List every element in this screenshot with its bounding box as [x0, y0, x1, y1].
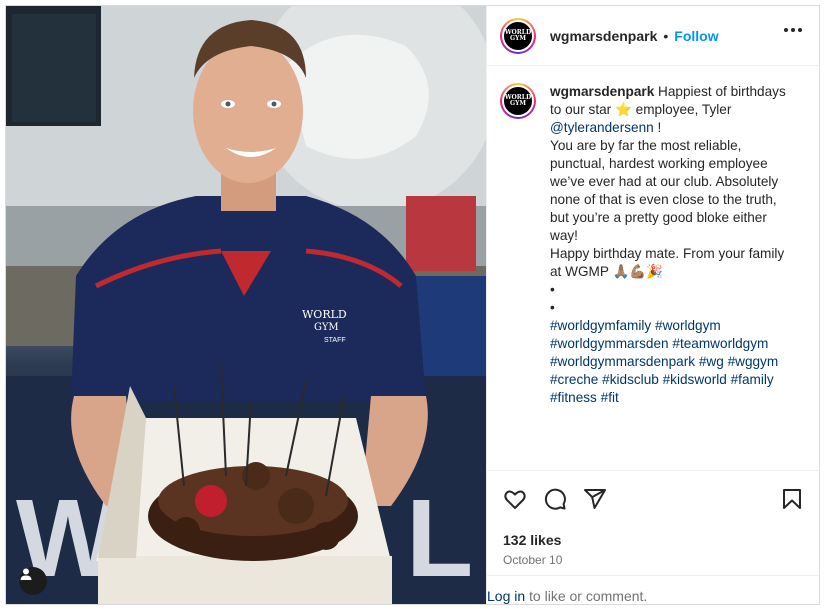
header-username[interactable]: wgmarsdenpark: [550, 28, 657, 44]
caption-avatar[interactable]: WORLD GYM: [500, 83, 536, 119]
photo-illustration: W L WORLD GYM STAFF: [6, 6, 486, 604]
hashtag-link[interactable]: #worldgymmarsdenpark: [550, 354, 695, 369]
user-silhouette-icon: [20, 568, 32, 580]
heart-icon[interactable]: [503, 487, 527, 511]
hashtag-link[interactable]: #worldgymmarsden: [550, 336, 669, 351]
action-bar: 132 likes October 10 Log in to like or c…: [487, 470, 819, 604]
post-photo: W L WORLD GYM STAFF: [6, 6, 486, 604]
likes-count[interactable]: 132 likes: [503, 532, 561, 548]
login-link[interactable]: Log in: [487, 588, 525, 604]
login-prompt-text: to like or comment.: [525, 588, 648, 604]
hashtag-link[interactable]: #creche: [550, 372, 598, 387]
caption-area: WORLD GYM wgmarsdenpark Happiest of birt…: [487, 67, 819, 469]
hashtag-link[interactable]: #fitness: [550, 390, 597, 405]
mention-link[interactable]: @tylerandersenn: [550, 120, 654, 135]
caption-bullet-1: •: [550, 282, 555, 297]
caption-line1-end: !: [653, 120, 662, 135]
svg-text:L: L: [406, 477, 473, 600]
share-icon[interactable]: [583, 487, 607, 511]
follow-button[interactable]: Follow: [674, 28, 718, 44]
hashtag-link[interactable]: #teamworldgym: [672, 336, 768, 351]
bookmark-icon[interactable]: [780, 487, 804, 511]
shirt-logo-text-3: STAFF: [324, 337, 346, 344]
more-icon[interactable]: [784, 28, 802, 32]
caption-paragraph-3: Happy birthday mate. From your family at…: [550, 246, 785, 279]
login-prompt: Log in to like or comment.: [487, 575, 819, 604]
user-tag-icon[interactable]: [19, 567, 47, 595]
hashtag-link[interactable]: #fit: [601, 390, 619, 405]
hashtag-link[interactable]: #family: [731, 372, 774, 387]
post-dialog: W L WORLD GYM STAFF WORLD GYM wgmarsdenp…: [5, 5, 820, 605]
post-header: WORLD GYM wgmarsdenpark • Follow: [487, 6, 819, 66]
comment-icon[interactable]: [543, 487, 567, 511]
shirt-logo-text-2: GYM: [314, 322, 339, 333]
caption-avatar-text-2: GYM: [509, 100, 527, 107]
hashtag-link[interactable]: #wggym: [728, 354, 779, 369]
caption-paragraph-2: You are by far the most reliable, punctu…: [550, 138, 779, 243]
caption-bullet-2: •: [550, 300, 555, 315]
caption-username[interactable]: wgmarsdenpark: [550, 84, 654, 99]
hashtag-link[interactable]: #worldgymfamily: [550, 318, 651, 333]
hashtag-link[interactable]: #kidsclub: [602, 372, 659, 387]
hashtag-link[interactable]: #kidsworld: [663, 372, 727, 387]
avatar-logo: WORLD GYM: [502, 19, 534, 52]
shirt-logo-text: WORLD: [302, 308, 347, 321]
hashtag-link[interactable]: #worldgym: [655, 318, 721, 333]
hashtag-link[interactable]: #wg: [699, 354, 724, 369]
hashtag-list: #worldgymfamily #worldgym #worldgymmarsd…: [550, 317, 790, 407]
caption-text: wgmarsdenpark Happiest of birthdays to o…: [550, 83, 790, 407]
caption-row: WORLD GYM wgmarsdenpark Happiest of birt…: [500, 83, 806, 407]
caption-avatar-logo: WORLD GYM: [502, 85, 534, 117]
avatar-logo-text-2: GYM: [509, 34, 527, 42]
post-side-panel: WORLD GYM wgmarsdenpark • Follow WORLD G…: [486, 6, 819, 604]
action-icons: [503, 487, 607, 511]
post-date[interactable]: October 10: [503, 553, 562, 567]
separator-dot: •: [663, 27, 669, 44]
avatar[interactable]: WORLD GYM: [500, 17, 536, 54]
